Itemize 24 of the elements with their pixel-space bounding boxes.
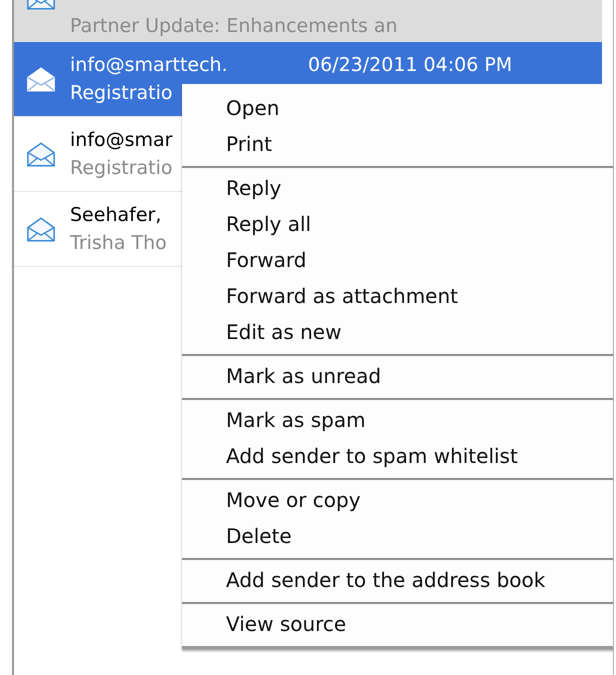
- menu-item[interactable]: Edit as new: [182, 314, 613, 350]
- open-envelope-icon: [26, 216, 56, 242]
- menu-item[interactable]: Mark as spam: [182, 402, 613, 438]
- open-envelope-icon: [26, 66, 56, 92]
- sender-name: info@smarttech.: [70, 54, 228, 76]
- sender-name: info@smar: [70, 129, 172, 151]
- message-subject: Registratio: [70, 157, 173, 179]
- menu-item[interactable]: Reply all: [182, 206, 613, 242]
- open-envelope-icon: [26, 140, 56, 168]
- message-subject: Registratio: [70, 82, 174, 104]
- message-date: 06/23/2011 04:06 PM: [308, 54, 512, 76]
- menu-item[interactable]: View source: [182, 606, 613, 642]
- message-subject: Trisha Tho: [70, 232, 167, 254]
- menu-item[interactable]: Forward as attachment: [182, 278, 613, 314]
- sender-name: Seehafer,: [70, 204, 162, 226]
- menu-item[interactable]: Forward: [182, 242, 613, 278]
- menu-item[interactable]: Print: [182, 126, 613, 162]
- message-subject: Partner Update: Enhancements an: [70, 15, 398, 37]
- menu-item[interactable]: Add sender to the address book: [182, 562, 613, 598]
- menu-item[interactable]: Mark as unread: [182, 358, 613, 394]
- menu-item[interactable]: Move or copy: [182, 482, 613, 518]
- menu-item[interactable]: Add sender to spam whitelist: [182, 438, 613, 474]
- menu-item[interactable]: Reply: [182, 170, 613, 206]
- menu-item[interactable]: Delete: [182, 518, 613, 554]
